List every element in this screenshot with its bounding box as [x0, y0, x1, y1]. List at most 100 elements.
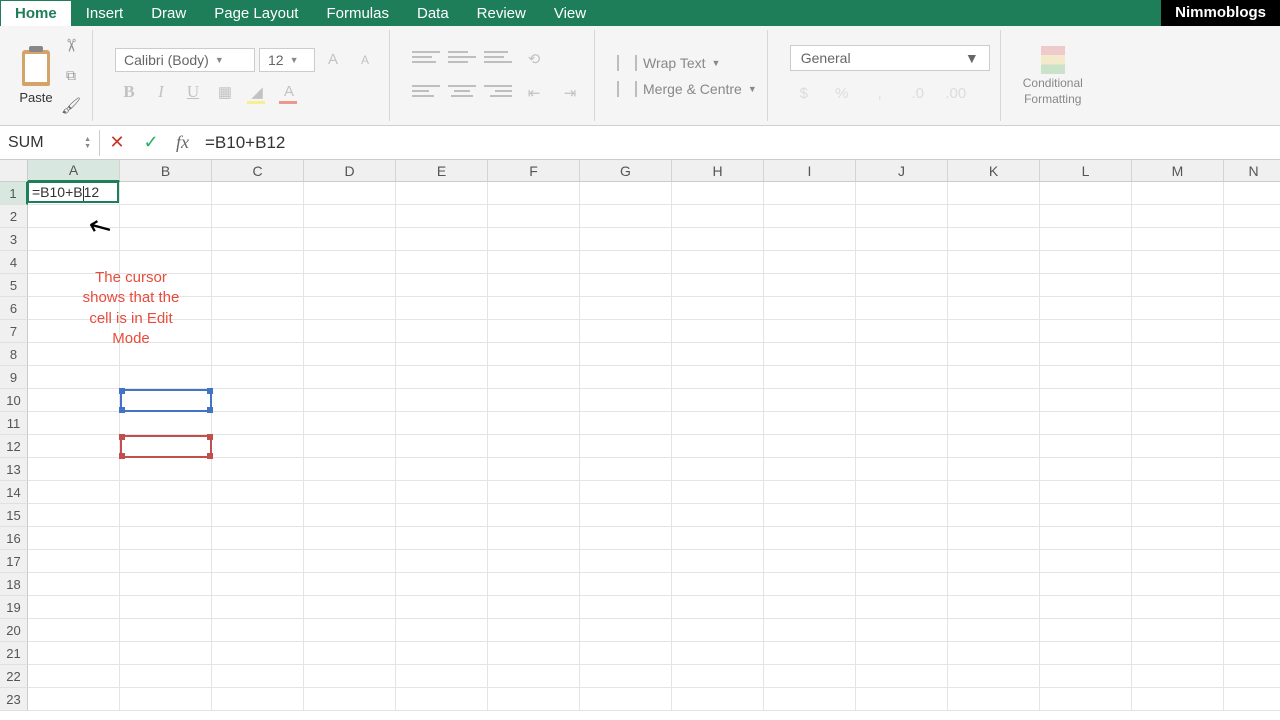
cell-h15[interactable]: [672, 504, 764, 527]
cell-g3[interactable]: [580, 228, 672, 251]
cell-c1[interactable]: [212, 182, 304, 205]
tab-draw[interactable]: Draw: [137, 0, 200, 26]
cell-f1[interactable]: [488, 182, 580, 205]
cell-k22[interactable]: [948, 665, 1040, 688]
cell-n23[interactable]: [1224, 688, 1280, 711]
cell-e1[interactable]: [396, 182, 488, 205]
tab-insert[interactable]: Insert: [72, 0, 138, 26]
cell-j9[interactable]: [856, 366, 948, 389]
orientation-button[interactable]: ⟲: [520, 46, 548, 72]
cell-k18[interactable]: [948, 573, 1040, 596]
enter-button[interactable]: ✓: [134, 132, 168, 153]
row-header-1[interactable]: 1: [0, 182, 28, 205]
cell-n19[interactable]: [1224, 596, 1280, 619]
cell-g11[interactable]: [580, 412, 672, 435]
tab-data[interactable]: Data: [403, 0, 463, 26]
cell-i2[interactable]: [764, 205, 856, 228]
cell-g1[interactable]: [580, 182, 672, 205]
cell-l9[interactable]: [1040, 366, 1132, 389]
increase-indent-button[interactable]: ⇥: [556, 80, 584, 106]
cell-c12[interactable]: [212, 435, 304, 458]
row-header-9[interactable]: 9: [0, 366, 28, 389]
cell-i23[interactable]: [764, 688, 856, 711]
align-right-button[interactable]: [484, 80, 512, 102]
italic-button[interactable]: I: [147, 79, 175, 105]
cell-d1[interactable]: [304, 182, 396, 205]
row-header-15[interactable]: 15: [0, 504, 28, 527]
cell-grid[interactable]: =B10+B12 ↖ The cursor shows that the cel…: [28, 182, 1280, 711]
cell-f22[interactable]: [488, 665, 580, 688]
cell-g10[interactable]: [580, 389, 672, 412]
cell-c6[interactable]: [212, 297, 304, 320]
cell-g18[interactable]: [580, 573, 672, 596]
col-header-b[interactable]: B: [120, 160, 212, 182]
cell-g13[interactable]: [580, 458, 672, 481]
cell-j2[interactable]: [856, 205, 948, 228]
cell-m10[interactable]: [1132, 389, 1224, 412]
cell-e11[interactable]: [396, 412, 488, 435]
cell-m20[interactable]: [1132, 619, 1224, 642]
cell-a12[interactable]: [28, 435, 120, 458]
cell-c2[interactable]: [212, 205, 304, 228]
cell-n2[interactable]: [1224, 205, 1280, 228]
row-header-13[interactable]: 13: [0, 458, 28, 481]
cell-g4[interactable]: [580, 251, 672, 274]
row-header-22[interactable]: 22: [0, 665, 28, 688]
cell-e4[interactable]: [396, 251, 488, 274]
col-header-a[interactable]: A: [28, 160, 120, 182]
cell-f13[interactable]: [488, 458, 580, 481]
cell-j18[interactable]: [856, 573, 948, 596]
cell-n13[interactable]: [1224, 458, 1280, 481]
cell-m22[interactable]: [1132, 665, 1224, 688]
cell-c20[interactable]: [212, 619, 304, 642]
cell-l2[interactable]: [1040, 205, 1132, 228]
row-header-18[interactable]: 18: [0, 573, 28, 596]
cell-j15[interactable]: [856, 504, 948, 527]
cell-d14[interactable]: [304, 481, 396, 504]
cell-a23[interactable]: [28, 688, 120, 711]
cell-e2[interactable]: [396, 205, 488, 228]
cell-c17[interactable]: [212, 550, 304, 573]
cell-k19[interactable]: [948, 596, 1040, 619]
cell-n11[interactable]: [1224, 412, 1280, 435]
cell-f2[interactable]: [488, 205, 580, 228]
cell-k17[interactable]: [948, 550, 1040, 573]
cell-b15[interactable]: [120, 504, 212, 527]
row-header-12[interactable]: 12: [0, 435, 28, 458]
copy-button[interactable]: ⧉: [60, 65, 82, 87]
col-header-j[interactable]: J: [856, 160, 948, 182]
row-header-16[interactable]: 16: [0, 527, 28, 550]
cell-h6[interactable]: [672, 297, 764, 320]
cell-k6[interactable]: [948, 297, 1040, 320]
font-color-button[interactable]: A: [275, 79, 303, 105]
cell-i18[interactable]: [764, 573, 856, 596]
cell-l15[interactable]: [1040, 504, 1132, 527]
cell-d2[interactable]: [304, 205, 396, 228]
cell-a11[interactable]: [28, 412, 120, 435]
cell-g9[interactable]: [580, 366, 672, 389]
cell-e6[interactable]: [396, 297, 488, 320]
cell-k12[interactable]: [948, 435, 1040, 458]
cell-m4[interactable]: [1132, 251, 1224, 274]
cell-e3[interactable]: [396, 228, 488, 251]
cell-n9[interactable]: [1224, 366, 1280, 389]
cell-h19[interactable]: [672, 596, 764, 619]
col-header-m[interactable]: M: [1132, 160, 1224, 182]
cell-j10[interactable]: [856, 389, 948, 412]
cell-l21[interactable]: [1040, 642, 1132, 665]
col-header-n[interactable]: N: [1224, 160, 1280, 182]
cell-i21[interactable]: [764, 642, 856, 665]
cell-g21[interactable]: [580, 642, 672, 665]
merge-button[interactable]: Merge & Centre ▼: [617, 81, 757, 97]
cell-h23[interactable]: [672, 688, 764, 711]
cell-l10[interactable]: [1040, 389, 1132, 412]
cell-i5[interactable]: [764, 274, 856, 297]
cell-m7[interactable]: [1132, 320, 1224, 343]
cell-k3[interactable]: [948, 228, 1040, 251]
row-header-10[interactable]: 10: [0, 389, 28, 412]
cell-g12[interactable]: [580, 435, 672, 458]
row-header-3[interactable]: 3: [0, 228, 28, 251]
cell-b18[interactable]: [120, 573, 212, 596]
cell-c22[interactable]: [212, 665, 304, 688]
cell-k11[interactable]: [948, 412, 1040, 435]
